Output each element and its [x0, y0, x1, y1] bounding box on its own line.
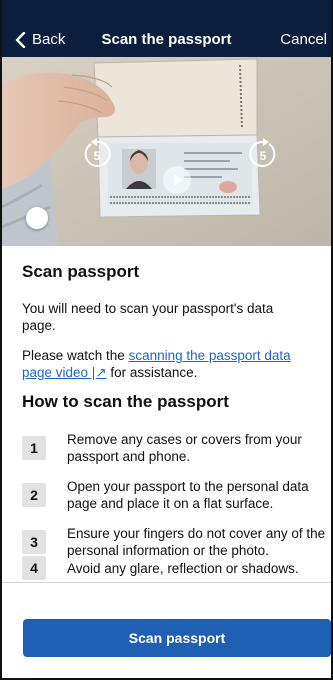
video-scrubber-handle[interactable]: [26, 207, 48, 229]
rewind-button[interactable]: 5: [80, 137, 114, 171]
play-button[interactable]: [162, 165, 192, 195]
step-text: Remove any cases or covers from your pas…: [67, 432, 302, 464]
forward-5-icon: 5: [249, 138, 276, 167]
cancel-button[interactable]: Cancel: [280, 31, 327, 48]
rewind-seconds: 5: [94, 149, 101, 163]
forward-seconds: 5: [260, 149, 267, 163]
intro-text: You will need to scan your passport's da…: [22, 301, 274, 333]
footer-divider: [2, 582, 331, 583]
section-heading-how: How to scan the passport: [22, 392, 229, 411]
list-item: 4 Avoid any glare, reflection or shadows…: [22, 556, 327, 580]
forward-button[interactable]: 5: [246, 137, 280, 171]
step-text: Ensure your fingers do not cover any of …: [67, 526, 326, 558]
step-number: 2: [22, 483, 46, 507]
watch-prefix: Please watch the: [22, 348, 129, 363]
list-item: 3 Ensure your fingers do not cover any o…: [22, 525, 327, 559]
back-button[interactable]: Back: [14, 31, 65, 48]
step-text: Open your passport to the personal data …: [67, 479, 309, 511]
page-title: Scan the passport: [101, 31, 232, 48]
play-icon: [163, 166, 191, 194]
rewind-5-icon: 5: [84, 138, 111, 167]
step-number: 3: [22, 530, 46, 554]
step-number: 1: [22, 436, 46, 460]
instruction-video[interactable]: 5 5: [2, 57, 331, 246]
scan-passport-button[interactable]: Scan passport: [23, 619, 331, 657]
video-frame: [2, 57, 331, 246]
chevron-left-icon: [15, 31, 26, 48]
nav-bar: Back Scan the passport Cancel: [2, 0, 331, 57]
step-text: Avoid any glare, reflection or shadows.: [67, 560, 299, 576]
app-screen: Back Scan the passport Cancel 5 5 Scan p…: [0, 0, 333, 680]
back-label: Back: [32, 31, 66, 48]
list-item: 1 Remove any cases or covers from your p…: [22, 431, 327, 465]
list-item: 2 Open your passport to the personal dat…: [22, 478, 327, 512]
step-number: 4: [22, 556, 46, 580]
watch-video-text: Please watch the scanning the passport d…: [22, 347, 322, 381]
section-heading-scan: Scan passport: [22, 262, 140, 281]
watch-suffix: for assistance.: [106, 365, 198, 380]
